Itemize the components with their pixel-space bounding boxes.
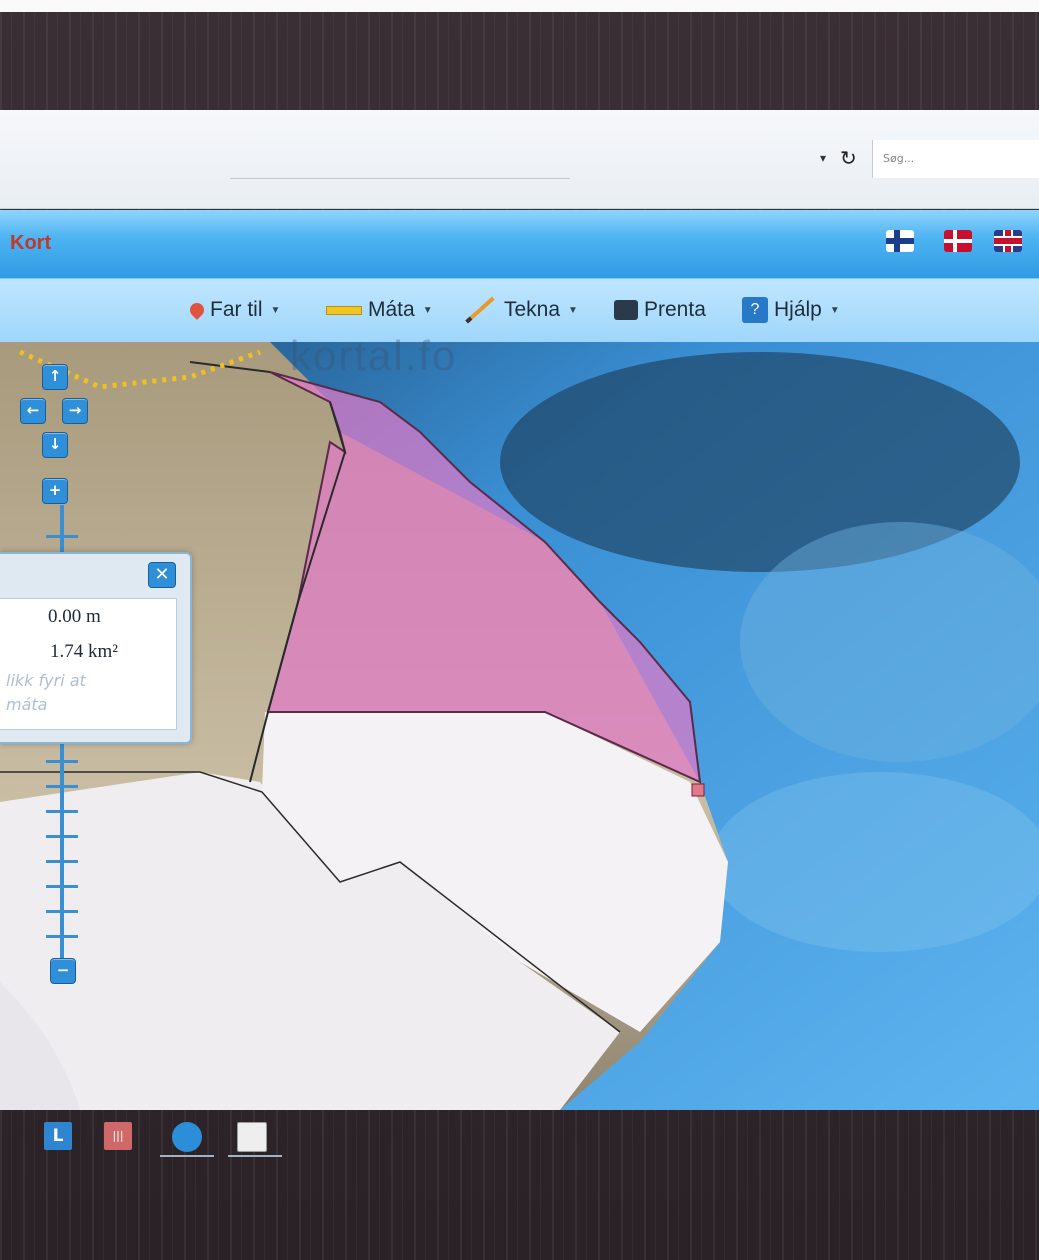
- address-bar[interactable]: [230, 178, 570, 179]
- measure-hint-line2: máta: [6, 695, 48, 714]
- chevron-down-icon: ▼: [270, 304, 281, 316]
- refresh-icon[interactable]: ↻: [840, 146, 857, 170]
- app-header: [0, 210, 1039, 278]
- zoom-tick: [46, 935, 78, 938]
- close-icon[interactable]: ✕: [148, 562, 176, 588]
- top-edge: [0, 0, 1039, 12]
- chevron-down-icon: ▼: [829, 304, 840, 316]
- red-app-icon[interactable]: |||: [104, 1122, 132, 1150]
- draw-menu[interactable]: Tekna ▼: [462, 296, 578, 324]
- help-menu[interactable]: ? Hjálp ▼: [742, 296, 840, 324]
- measure-length: 0.00 m: [48, 606, 101, 627]
- faroese-flag-icon[interactable]: [886, 230, 914, 252]
- globe-icon[interactable]: [172, 1122, 202, 1152]
- measure-hint-line1: likk fyri at: [6, 671, 86, 690]
- chevron-down-icon: ▼: [422, 304, 433, 316]
- zoom-tick: [46, 910, 78, 913]
- active-indicator: [228, 1155, 282, 1157]
- chevron-down-icon: ▼: [568, 304, 578, 316]
- app-l-icon[interactable]: L: [44, 1122, 72, 1150]
- printer-icon: [614, 300, 638, 320]
- measure-label: Máta: [368, 298, 415, 321]
- map-watermark: kortal.fo: [290, 332, 458, 379]
- pan-right-icon[interactable]: →: [62, 398, 88, 424]
- goto-menu[interactable]: Far til ▼: [187, 296, 281, 324]
- help-label: Hjálp: [774, 298, 822, 321]
- measure-area: 1.74 km²: [50, 641, 118, 662]
- danish-flag-icon[interactable]: [944, 230, 972, 252]
- print-button[interactable]: Prenta: [614, 296, 706, 324]
- pan-left-icon[interactable]: ←: [20, 398, 46, 424]
- zoom-tick: [46, 760, 78, 763]
- pencil-icon: [465, 296, 495, 324]
- active-indicator: [160, 1155, 214, 1157]
- pan-down-icon[interactable]: ↓: [42, 432, 68, 458]
- goto-label: Far til: [210, 298, 263, 321]
- zoom-tick: [46, 785, 78, 788]
- address-dropdown-icon[interactable]: ▾: [820, 151, 826, 165]
- zoom-tick: [46, 810, 78, 813]
- zoom-tick: [46, 835, 78, 838]
- search-placeholder: Søg...: [883, 152, 915, 165]
- help-icon: ?: [742, 297, 768, 323]
- zoom-out-icon[interactable]: −: [50, 958, 76, 984]
- photo-icon[interactable]: [237, 1122, 267, 1152]
- pan-up-icon[interactable]: ↑: [42, 364, 68, 390]
- uk-flag-icon[interactable]: [994, 230, 1022, 252]
- zoom-tick: [46, 535, 78, 538]
- zoom-tick: [46, 885, 78, 888]
- pin-icon: [187, 300, 207, 320]
- search-input[interactable]: Søg...: [872, 140, 1039, 178]
- measure-vertex: [691, 783, 705, 797]
- measure-menu[interactable]: Máta ▼: [326, 296, 433, 324]
- draw-label: Tekna: [504, 298, 561, 321]
- zoom-in-icon[interactable]: +: [42, 478, 68, 504]
- ruler-icon: [326, 305, 362, 315]
- zoom-tick: [46, 860, 78, 863]
- print-label: Prenta: [644, 298, 706, 321]
- app-title: Kort: [10, 232, 52, 254]
